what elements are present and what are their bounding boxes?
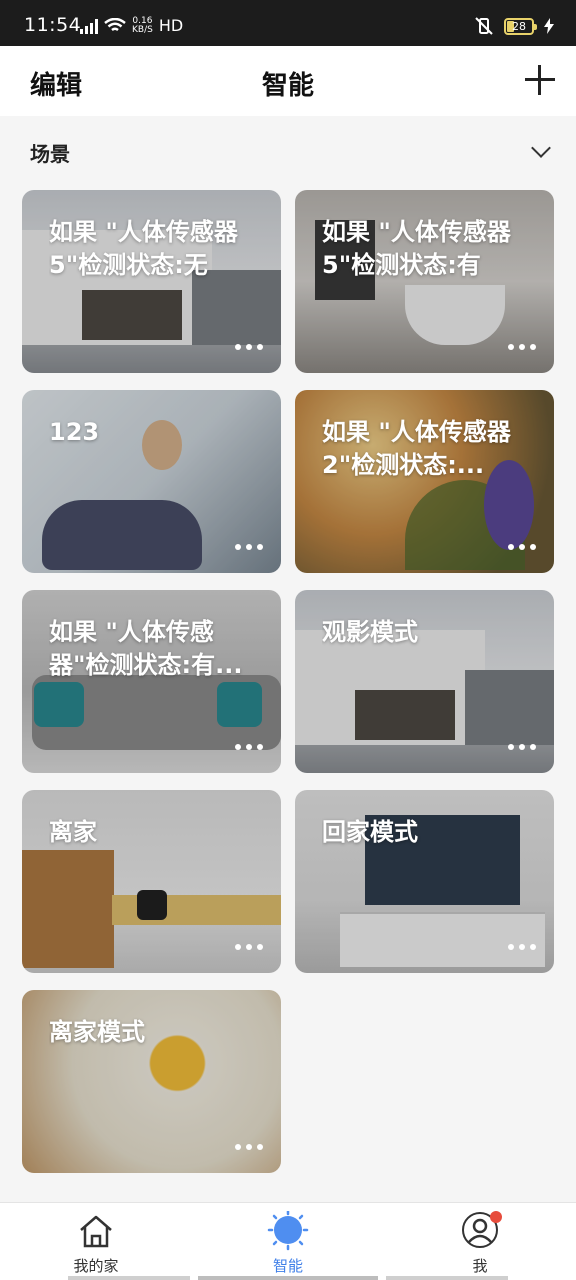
section-title: 场景: [30, 142, 70, 166]
scene-card[interactable]: 离家: [22, 790, 281, 973]
scenes-section-header[interactable]: 场景: [30, 138, 552, 168]
nav-indicator: [386, 1276, 508, 1280]
sun-icon: [266, 1211, 310, 1251]
battery-icon: 28: [504, 17, 537, 35]
vibrate-mute-icon: [475, 17, 493, 35]
scene-label: 如果 "人体传感器 5"检测状态:无人...: [49, 218, 238, 279]
more-options-icon[interactable]: [508, 944, 536, 950]
app-header: 编辑 智能: [0, 46, 576, 116]
signal-icon: [80, 18, 98, 34]
network-speed-unit: KB/S: [132, 24, 153, 35]
nav-item-smart[interactable]: 智能: [228, 1211, 348, 1276]
status-bar: 11:54 0.16 KB/S HD 28: [0, 0, 576, 46]
status-time: 11:54: [24, 14, 82, 36]
scene-label: 如果 "人体传感器 2"检测状态:...: [322, 418, 511, 479]
scene-label: 离家: [49, 818, 97, 846]
scene-label: 观影模式: [322, 618, 418, 646]
bottom-nav: 我的家 智能 我: [0, 1202, 576, 1280]
scene-label: 离家模式: [49, 1018, 145, 1046]
status-left-icons: 0.16 KB/S HD: [80, 16, 183, 35]
scene-card[interactable]: 回家模式: [295, 790, 554, 973]
nav-item-home[interactable]: 我的家: [36, 1211, 156, 1276]
page-title: 智能: [261, 71, 314, 101]
notification-badge: [490, 1211, 502, 1223]
more-options-icon[interactable]: [508, 344, 536, 350]
scene-card[interactable]: 如果 "人体传感器 5"检测状态:无人...: [22, 190, 281, 373]
scene-label: 回家模式: [322, 818, 418, 846]
scene-card[interactable]: 123: [22, 390, 281, 573]
plus-icon[interactable]: [524, 64, 556, 96]
more-options-icon[interactable]: [508, 544, 536, 550]
network-speed: 0.16 KB/S: [132, 16, 153, 35]
home-icon: [74, 1211, 118, 1251]
more-options-icon[interactable]: [235, 744, 263, 750]
nav-indicator: [198, 1276, 378, 1280]
profile-icon: [458, 1211, 502, 1251]
nav-label: 我的家: [73, 1257, 119, 1275]
scene-card[interactable]: 观影模式: [295, 590, 554, 773]
scene-label: 123: [49, 418, 100, 446]
scene-card[interactable]: 离家模式: [22, 990, 281, 1173]
charging-icon: [544, 18, 554, 34]
nav-label: 我: [472, 1257, 488, 1275]
scene-card[interactable]: 如果 "人体传感器 2"检测状态:...: [295, 390, 554, 573]
more-options-icon[interactable]: [235, 544, 263, 550]
more-options-icon[interactable]: [235, 1144, 263, 1150]
nav-label: 智能: [272, 1257, 303, 1275]
chevron-down-icon[interactable]: [531, 138, 551, 158]
scene-card[interactable]: 如果 "人体传感器 5"检测状态:有人...: [295, 190, 554, 373]
wifi-icon: [104, 17, 126, 31]
more-options-icon[interactable]: [508, 744, 536, 750]
status-right-icons: 28: [474, 16, 554, 36]
more-options-icon[interactable]: [235, 344, 263, 350]
scene-card[interactable]: 如果 "人体传感器"检测状态:有...: [22, 590, 281, 773]
more-options-icon[interactable]: [235, 944, 263, 950]
nav-indicator: [68, 1276, 190, 1280]
scene-label: 如果 "人体传感器 5"检测状态:有人...: [322, 218, 511, 279]
scene-label: 如果 "人体传感器"检测状态:有...: [49, 618, 243, 679]
nav-item-me[interactable]: 我: [420, 1211, 540, 1276]
hd-label: HD: [158, 16, 184, 35]
battery-level: 28: [512, 19, 526, 33]
